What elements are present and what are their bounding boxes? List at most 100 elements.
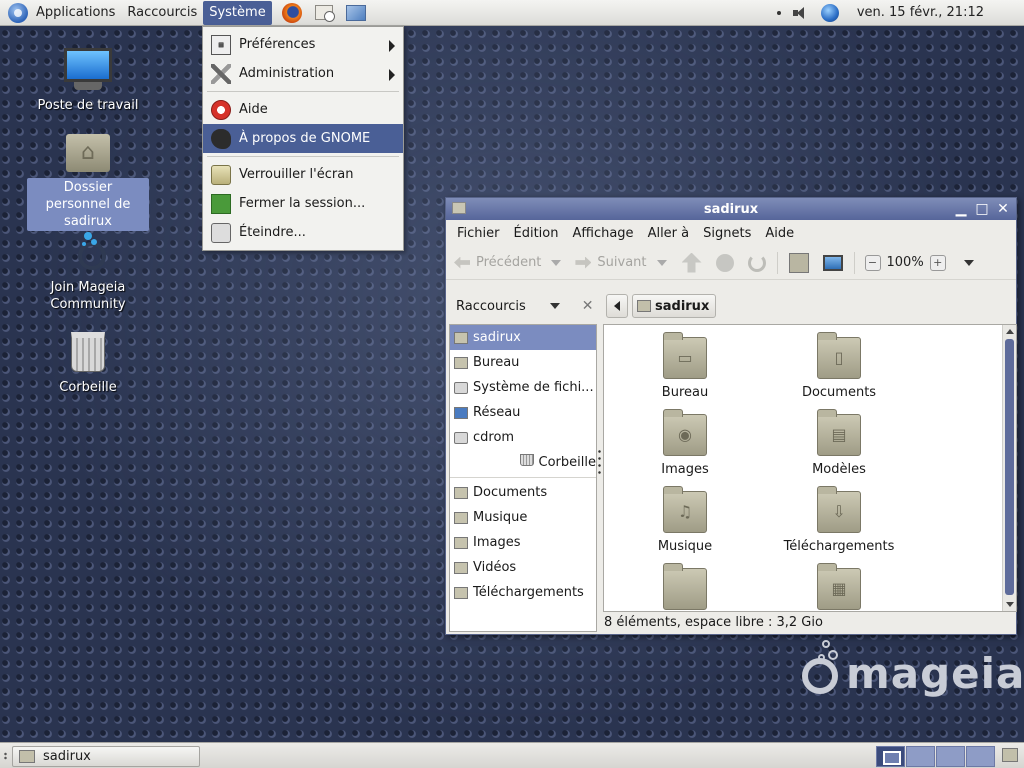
volume-icon[interactable]	[791, 5, 807, 21]
logout-icon	[211, 193, 231, 214]
menu-item-shutdown[interactable]: Éteindre...	[203, 218, 403, 247]
show-desktop-icon[interactable]	[1002, 748, 1018, 762]
back-button[interactable]: Précédent	[454, 255, 562, 270]
path-left-arrow[interactable]	[606, 294, 628, 318]
back-arrow-icon	[454, 256, 470, 269]
side-pane-close-icon[interactable]: ✕	[582, 298, 594, 314]
maximize-button[interactable]: □	[973, 200, 991, 218]
menu-systeme[interactable]: Système	[203, 0, 272, 25]
zoom-level: 100%	[886, 255, 924, 270]
menu-edition[interactable]: Édition	[507, 226, 566, 241]
menu-item-about-gnome[interactable]: À propos de GNOME	[203, 124, 403, 153]
menu-aller-a[interactable]: Aller à	[641, 226, 697, 241]
close-button[interactable]: ✕	[994, 200, 1012, 218]
menu-item-preferences[interactable]: ▦ Préférences	[203, 30, 403, 59]
folder-item-bureau[interactable]: ▭ Bureau	[610, 332, 760, 400]
mageia-menu-icon[interactable]	[8, 2, 28, 23]
sidebar-item-images[interactable]: Images	[450, 530, 596, 555]
panel-handle[interactable]	[776, 10, 781, 15]
path-crumb-home[interactable]: sadirux	[632, 294, 717, 318]
mageia-cauldron-icon	[802, 640, 838, 694]
panel-handle[interactable]	[4, 752, 7, 760]
vertical-scrollbar[interactable]	[1002, 325, 1016, 611]
cdrom-icon	[454, 431, 468, 444]
forward-button[interactable]: Suivant	[575, 255, 667, 270]
menu-raccourcis[interactable]: Raccourcis	[121, 1, 203, 25]
folder-item-public[interactable]	[610, 563, 760, 611]
sidebar-item-musique[interactable]: Musique	[450, 505, 596, 530]
network-globe-icon[interactable]	[820, 3, 839, 22]
pane-resize-handle[interactable]	[598, 448, 601, 474]
desktop-icon-home[interactable]: Dossier personnel de sadirux	[26, 134, 150, 231]
sidebar-item-cdrom[interactable]: cdrom	[450, 425, 596, 450]
workspace-1[interactable]	[876, 746, 905, 767]
menu-item-label: Fermer la session...	[239, 196, 366, 211]
folder-item-modeles[interactable]: ▤ Modèles	[764, 409, 914, 477]
scroll-up-arrow[interactable]	[1006, 329, 1014, 334]
zoom-out-button[interactable]: −	[864, 254, 881, 271]
folder-item-images[interactable]: ◉ Images	[610, 409, 760, 477]
toolbar: Précédent Suivant − 100% +	[446, 246, 1016, 280]
sidebar-item-label: sadirux	[473, 330, 521, 345]
side-pane-title[interactable]: Raccourcis	[456, 299, 526, 314]
menu-signets[interactable]: Signets	[696, 226, 758, 241]
taskbar-button-label: sadirux	[43, 749, 91, 764]
sidebar-item-home[interactable]: sadirux	[450, 325, 596, 350]
menu-item-lock-screen[interactable]: Verrouiller l'écran	[203, 160, 403, 189]
zoom-in-button[interactable]: +	[929, 254, 946, 271]
home-icon[interactable]	[788, 252, 809, 273]
sidebar-item-videos[interactable]: Vidéos	[450, 555, 596, 580]
folder-icon: ▭	[663, 332, 707, 379]
trash-icon	[519, 453, 534, 466]
firefox-icon	[281, 2, 302, 23]
folder-item-musique[interactable]: ♫ Musique	[610, 486, 760, 554]
go-up-icon[interactable]	[681, 252, 702, 273]
folder-item-telechargements[interactable]: ⇩ Téléchargements	[764, 486, 914, 554]
taskbar-button-sadirux[interactable]: sadirux	[12, 746, 200, 767]
network-icon	[454, 406, 468, 419]
forward-history-dropdown[interactable]	[656, 259, 667, 266]
minimize-button[interactable]: ▁	[952, 200, 970, 218]
sidebar-item-telechargements[interactable]: Téléchargements	[450, 580, 596, 605]
mail-launcher[interactable]	[312, 2, 336, 24]
desktop-icon-mageia-community[interactable]: Join Mageia Community	[26, 232, 150, 314]
workspace-4[interactable]	[966, 746, 995, 767]
computer-icon[interactable]	[822, 254, 843, 271]
desktop-icon-computer[interactable]: Poste de travail	[26, 48, 150, 115]
menu-item-logout[interactable]: Fermer la session...	[203, 189, 403, 218]
folder-icon	[19, 750, 35, 763]
firefox-launcher[interactable]	[280, 2, 304, 24]
menu-fichier[interactable]: Fichier	[450, 226, 507, 241]
menu-item-aide[interactable]: Aide	[203, 95, 403, 124]
folder-item-videos[interactable]: ▦	[764, 563, 914, 611]
workspace-3[interactable]	[936, 746, 965, 767]
scroll-down-arrow[interactable]	[1006, 602, 1014, 607]
menu-item-administration[interactable]: Administration	[203, 59, 403, 88]
stop-icon[interactable]	[715, 253, 734, 272]
view-mode-dropdown[interactable]	[963, 259, 974, 266]
workspace-2[interactable]	[906, 746, 935, 767]
sidebar-item-network[interactable]: Réseau	[450, 400, 596, 425]
side-pane-dropdown[interactable]	[549, 303, 560, 309]
reload-icon[interactable]	[747, 253, 766, 272]
home-folder-icon	[637, 300, 651, 312]
scroll-thumb[interactable]	[1005, 339, 1014, 595]
home-icon	[454, 331, 468, 344]
window-titlebar[interactable]: sadirux ▁ □ ✕	[446, 198, 1016, 220]
window-folder-icon[interactable]	[452, 202, 466, 214]
menu-applications[interactable]: Applications	[30, 1, 121, 25]
folder-icon	[454, 511, 468, 524]
monitor-launcher[interactable]	[344, 2, 368, 24]
sidebar-item-bureau[interactable]: Bureau	[450, 350, 596, 375]
menu-affichage[interactable]: Affichage	[565, 226, 640, 241]
clock[interactable]: ven. 15 févr., 21:12	[857, 5, 984, 20]
sidebar-item-trash[interactable]: Corbeille	[450, 450, 596, 475]
sidebar-item-documents[interactable]: Documents	[450, 480, 596, 505]
back-history-dropdown[interactable]	[551, 259, 562, 266]
menu-aide[interactable]: Aide	[758, 226, 801, 241]
preferences-icon: ▦	[211, 34, 231, 55]
folder-icon: ⇩	[817, 486, 861, 533]
sidebar-item-filesystem[interactable]: Système de fichi...	[450, 375, 596, 400]
folder-item-documents[interactable]: ▯ Documents	[764, 332, 914, 400]
desktop-icon-trash[interactable]: Corbeille	[26, 332, 150, 397]
